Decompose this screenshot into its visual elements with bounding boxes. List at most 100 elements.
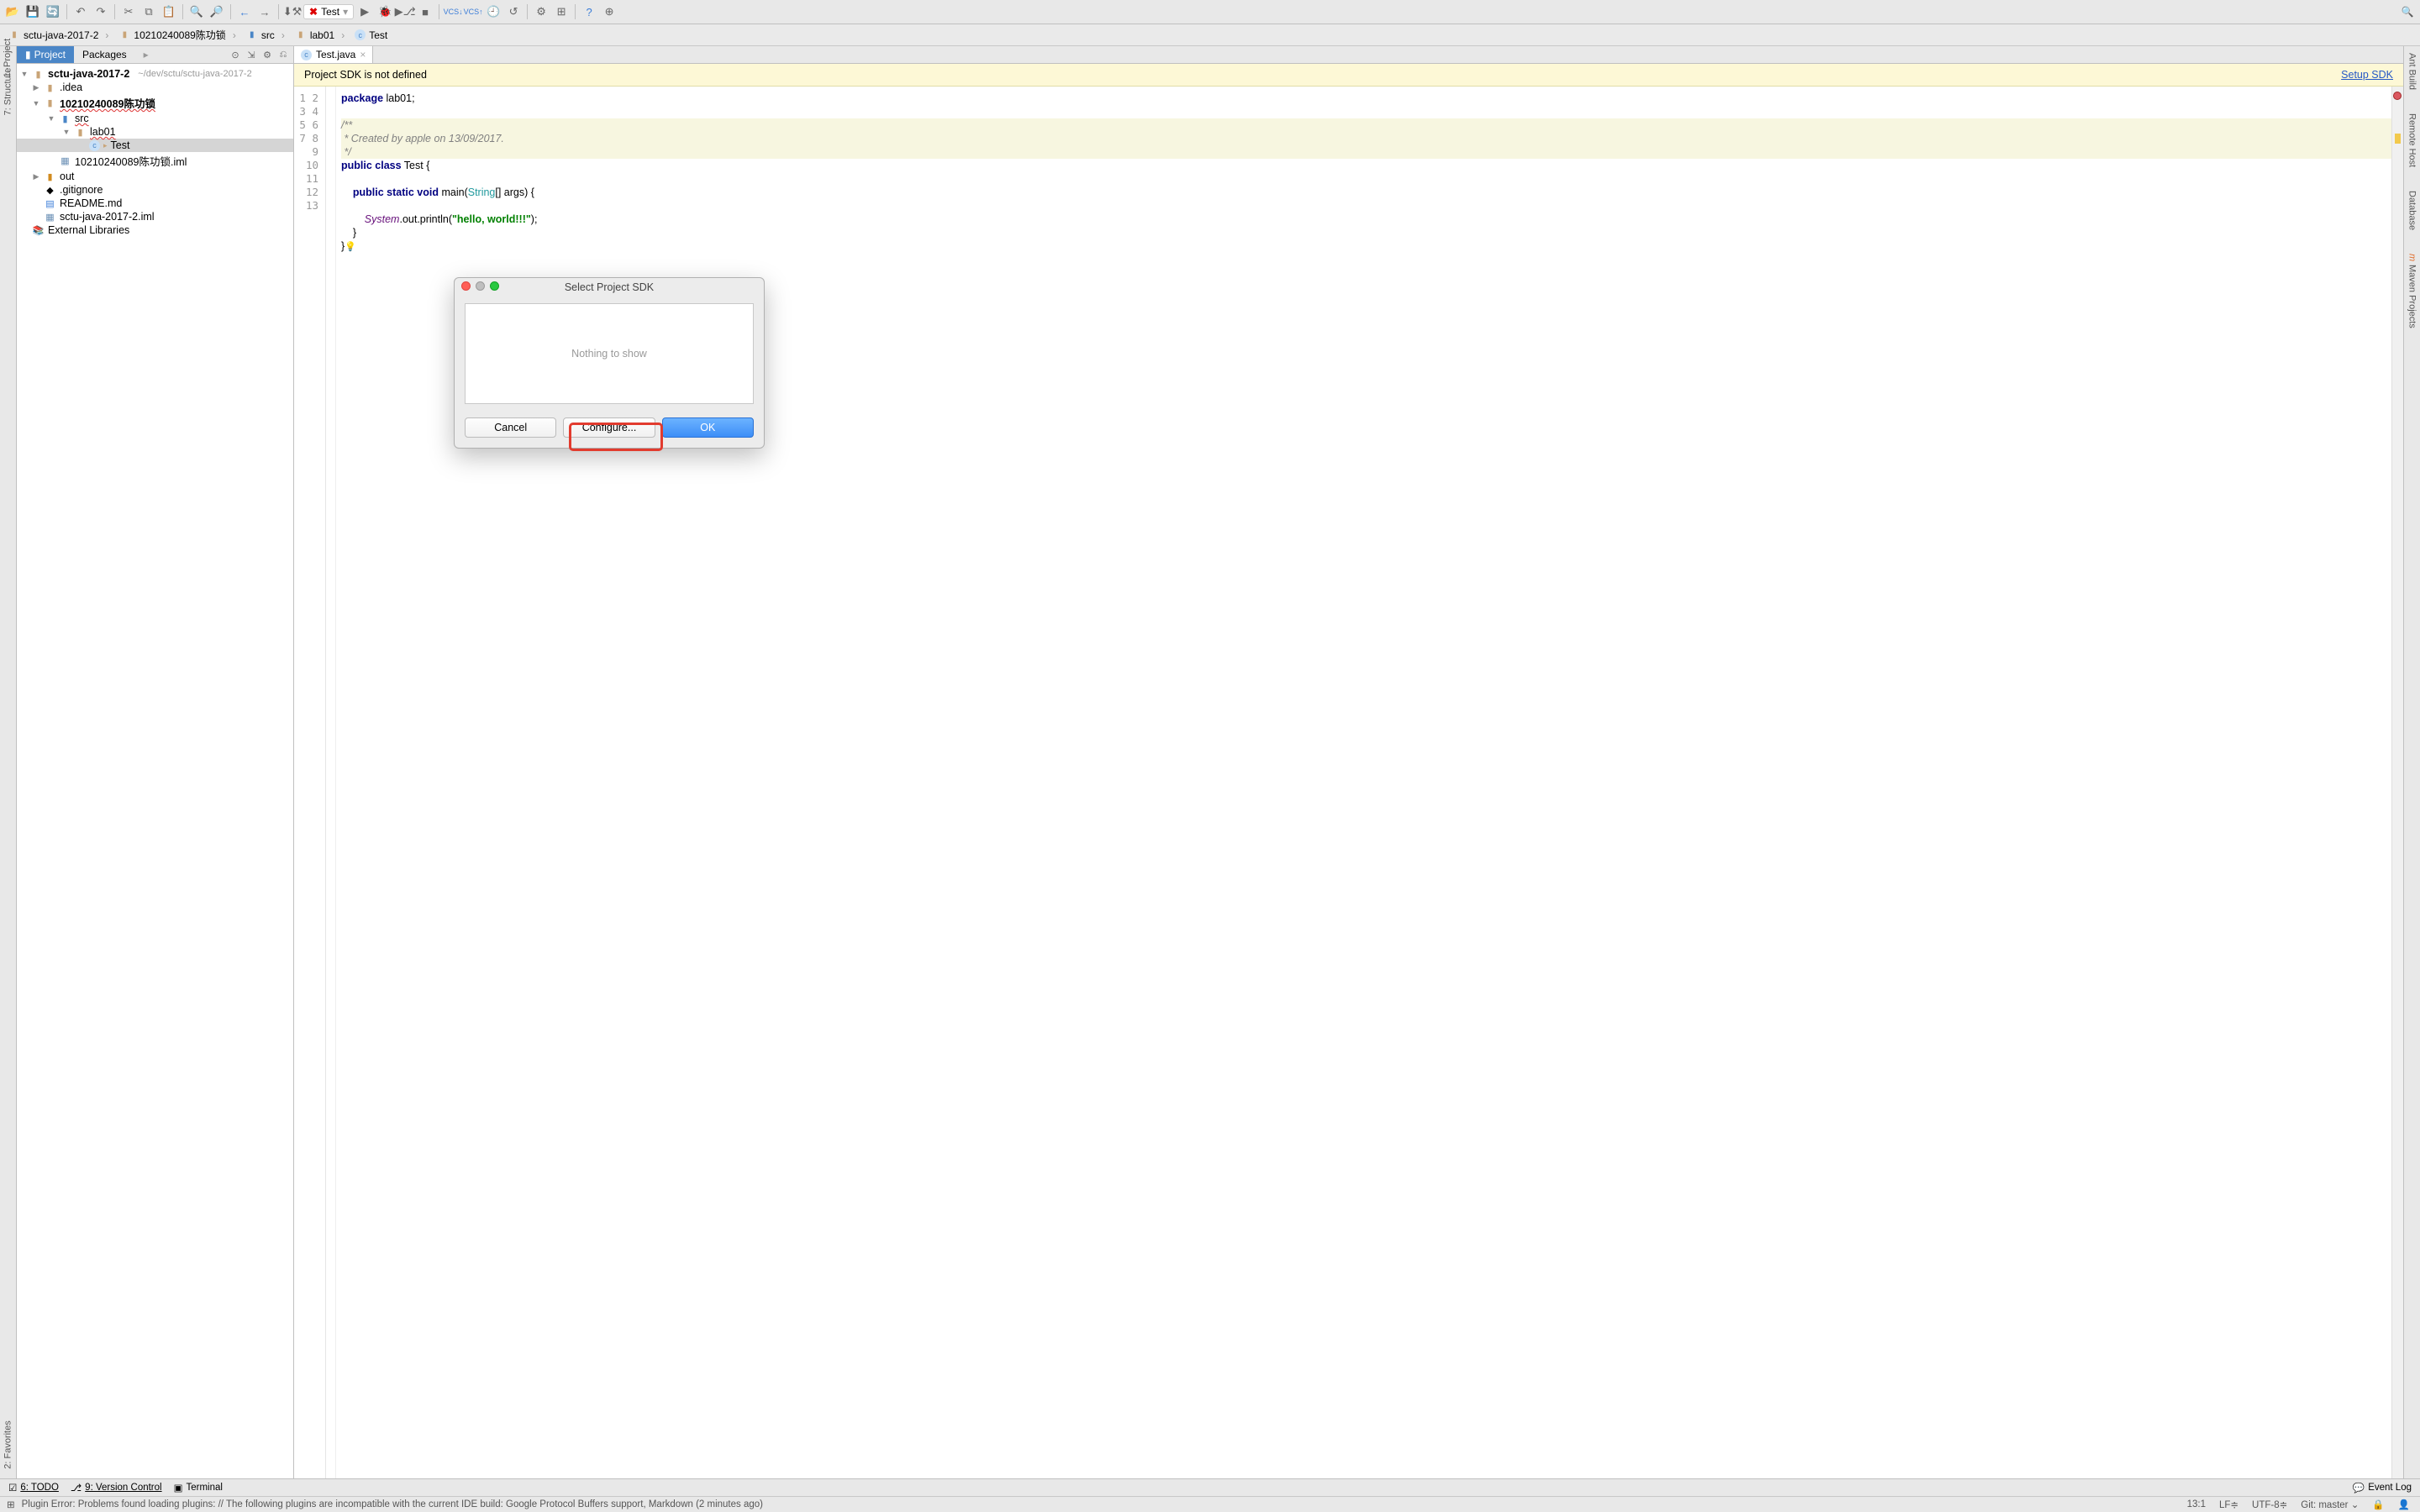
hide-icon[interactable]: ⎌	[276, 50, 290, 60]
maximize-window-icon[interactable]	[490, 281, 499, 291]
setup-sdk-link[interactable]: Setup SDK	[2341, 69, 2393, 81]
tool-database[interactable]: Database	[2407, 187, 2417, 234]
tool-remote-host[interactable]: Remote Host	[2407, 110, 2417, 171]
crumb-test[interactable]: cTest	[351, 28, 401, 43]
warning-marker-icon[interactable]	[2395, 134, 2401, 144]
tab-project[interactable]: ▮Project	[17, 46, 74, 63]
error-stripe[interactable]	[2391, 87, 2403, 1478]
libraries-icon: 📚	[32, 225, 45, 236]
cut-icon[interactable]: ✂	[119, 3, 138, 21]
settings-icon[interactable]: ⚙	[532, 3, 550, 21]
invalid-config-icon: ✖	[309, 6, 318, 18]
banner-text: Project SDK is not defined	[304, 69, 427, 81]
crumb-module[interactable]: ▮10210240089陈功锁	[115, 26, 242, 44]
tree-root-iml[interactable]: ▦sctu-java-2017-2.iml	[17, 210, 293, 223]
tool-event-log[interactable]: 💬Event Log	[2353, 1482, 2412, 1494]
forward-icon[interactable]: →	[255, 3, 274, 21]
todo-icon: ☑	[8, 1482, 17, 1494]
build-icon[interactable]: ⬇⚒	[283, 3, 302, 21]
vcs-update-icon[interactable]: VCS↓	[444, 3, 462, 21]
autoscroll-icon[interactable]: ⊙	[229, 50, 242, 60]
help-icon[interactable]: ?	[580, 3, 598, 21]
stop-icon[interactable]: ■	[416, 3, 434, 21]
run-config-selector[interactable]: ✖ Test ▾	[303, 4, 354, 19]
vcs-commit-icon[interactable]: VCS↑	[464, 3, 482, 21]
cursor-position[interactable]: 13:1	[2184, 1499, 2209, 1509]
error-marker-icon[interactable]	[2393, 92, 2402, 100]
history-icon[interactable]: 🕘	[484, 3, 502, 21]
zoom-out-icon[interactable]: 🔎	[208, 3, 226, 21]
tree-idea[interactable]: ▶▮.idea	[17, 81, 293, 94]
revert-icon[interactable]: ↺	[504, 3, 523, 21]
tool-ant[interactable]: Ant Build	[2407, 50, 2417, 93]
collapse-icon[interactable]: ⇲	[245, 50, 258, 60]
status-bar: ⊞ Plugin Error: Problems found loading p…	[0, 1496, 2420, 1512]
tree-readme[interactable]: ▤README.md	[17, 197, 293, 210]
zoom-in-icon[interactable]: 🔍	[187, 3, 206, 21]
undo-icon[interactable]: ↶	[71, 3, 90, 21]
module-icon: ▮	[44, 97, 56, 108]
tool-todo[interactable]: ☑6: TODO	[8, 1482, 59, 1494]
tool-version-control[interactable]: ⎇9: Version Control	[71, 1482, 162, 1494]
paste-icon[interactable]: 📋	[160, 3, 178, 21]
class-icon: c	[89, 140, 100, 151]
configure-button[interactable]: Configure...	[563, 417, 655, 438]
dialog-titlebar[interactable]: Select Project SDK	[455, 278, 764, 297]
folder-icon: ▮	[44, 82, 56, 93]
tree-src[interactable]: ▼▮src	[17, 112, 293, 125]
editor-tab-test[interactable]: c Test.java ×	[294, 46, 373, 63]
tree-module[interactable]: ▼▮10210240089陈功锁	[17, 94, 293, 112]
project-panel: ▮Project Packages ▸ ⊙ ⇲ ⚙ ⎌ ▼▮sctu-java-…	[17, 46, 294, 1478]
debug-icon[interactable]: 🐞	[376, 3, 394, 21]
project-structure-icon[interactable]: ⊞	[552, 3, 571, 21]
crumb-root[interactable]: ▮sctu-java-2017-2	[5, 28, 115, 43]
cancel-button[interactable]: Cancel	[465, 417, 556, 438]
tree-iml[interactable]: ▦10210240089陈功锁.iml	[17, 152, 293, 170]
fold-gutter[interactable]	[326, 87, 336, 1478]
tree-root[interactable]: ▼▮sctu-java-2017-2~/dev/sctu/sctu-java-2…	[17, 67, 293, 81]
intention-bulb-icon[interactable]: 💡	[345, 242, 356, 252]
tree-test-class[interactable]: c▸Test	[17, 139, 293, 152]
search-everywhere-icon[interactable]: 🔍	[2398, 3, 2417, 21]
encoding[interactable]: UTF-8≑	[2249, 1499, 2291, 1510]
gear-icon[interactable]: ⚙	[260, 50, 274, 60]
folder-icon: ▮	[295, 29, 307, 41]
crumb-src[interactable]: ▮src	[243, 28, 292, 43]
tree-gitignore[interactable]: ◆.gitignore	[17, 183, 293, 197]
line-sep[interactable]: LF≑	[2216, 1499, 2242, 1510]
tab-more[interactable]: ▸	[135, 46, 157, 63]
left-tool-strip: 1: Project 7: Structure 2: Favorites	[0, 46, 17, 1478]
plugin-icon[interactable]: ⊕	[600, 3, 618, 21]
open-icon[interactable]: 📂	[3, 3, 22, 21]
tab-packages[interactable]: Packages	[74, 46, 135, 63]
tree-out[interactable]: ▶▮out	[17, 170, 293, 183]
project-icon: ▮	[25, 49, 31, 60]
empty-text: Nothing to show	[571, 348, 647, 360]
dialog-list[interactable]: Nothing to show	[465, 303, 754, 404]
ok-button[interactable]: OK	[662, 417, 754, 438]
tool-terminal[interactable]: ▣Terminal	[174, 1482, 223, 1494]
hector-icon[interactable]: 👤	[2395, 1499, 2413, 1510]
tool-structure[interactable]: 7: Structure	[0, 68, 17, 116]
tool-maven[interactable]: m Maven Projects	[2407, 250, 2417, 331]
copy-icon[interactable]: ⧉	[139, 3, 158, 21]
save-icon[interactable]: 💾	[24, 3, 42, 21]
close-tab-icon[interactable]: ×	[360, 49, 366, 60]
lock-icon[interactable]: 🔒	[2369, 1499, 2387, 1510]
coverage-icon[interactable]: ▶⎇	[396, 3, 414, 21]
windows-icon[interactable]: ⊞	[7, 1499, 15, 1510]
crumb-lab01[interactable]: ▮lab01	[292, 28, 351, 43]
sdk-warning-banner: Project SDK is not defined Setup SDK	[294, 64, 2403, 87]
tree-lab01[interactable]: ▼▮lab01	[17, 125, 293, 139]
tool-favorites[interactable]: 2: Favorites	[0, 1420, 17, 1468]
minimize-window-icon	[476, 281, 485, 291]
back-icon[interactable]: ←	[235, 3, 254, 21]
redo-icon[interactable]: ↷	[92, 3, 110, 21]
run-icon[interactable]: ▶	[355, 3, 374, 21]
close-window-icon[interactable]	[461, 281, 471, 291]
tree-external-libs[interactable]: 📚External Libraries	[17, 223, 293, 237]
iml-icon: ▦	[44, 212, 56, 223]
main-marker-icon: ▸	[103, 141, 108, 150]
sync-icon[interactable]: 🔄	[44, 3, 62, 21]
git-branch[interactable]: Git: master ⌄	[2297, 1499, 2362, 1510]
